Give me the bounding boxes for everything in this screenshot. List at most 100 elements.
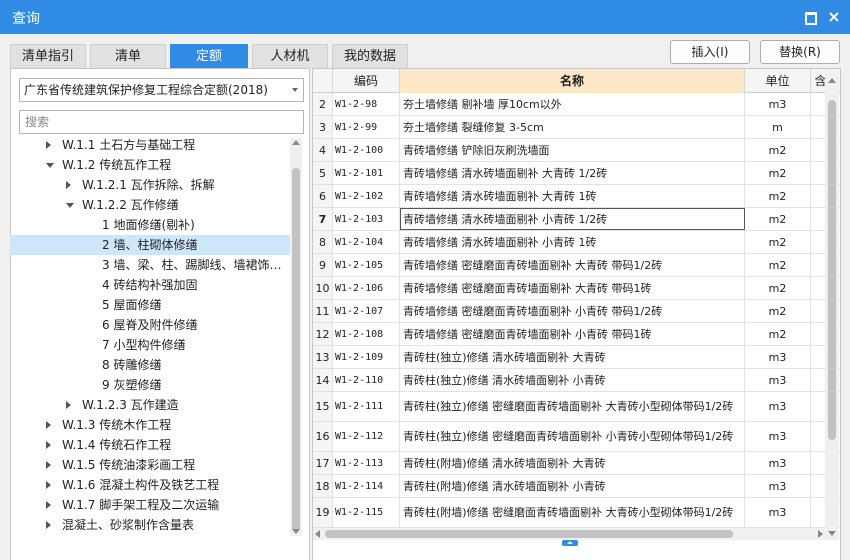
table-row[interactable]: 4 W1-2-100 青砖墙修缮 铲除旧灰刷洗墙面 m2	[313, 139, 840, 162]
tree-item[interactable]: W.1.4 传统石作工程	[10, 435, 292, 455]
unit-cell: m2	[745, 323, 811, 345]
panel-splitter-handle[interactable]	[562, 540, 578, 546]
name-cell: 青砖柱(附墙)修缮 清水砖墙面剔补 小青砖	[400, 475, 745, 497]
code-cell: W1-2-109	[333, 346, 400, 368]
code-cell: W1-2-114	[333, 475, 400, 497]
table-row[interactable]: 13 W1-2-109 青砖柱(独立)修缮 清水砖墙面剔补 大青砖 m3	[313, 346, 840, 369]
tree-item[interactable]: W.1.2.3 瓦作建造	[10, 395, 292, 415]
quota-library-select[interactable]: 广东省传统建筑保护修复工程综合定额(2018)	[19, 78, 304, 102]
table-row[interactable]: 12 W1-2-108 青砖墙修缮 密缝磨面青砖墙面剔补 小青砖 带码1砖 m2	[313, 323, 840, 346]
tree-item-label: 3 墙、梁、柱、踢脚线、墙裙饰…	[102, 258, 282, 272]
scroll-thumb[interactable]	[292, 168, 300, 532]
tree-item[interactable]: 8 砖雕修缮	[10, 355, 292, 375]
close-icon[interactable]: ×	[826, 9, 842, 25]
tree-item[interactable]: W.1.7 脚手架工程及二次运输	[10, 495, 292, 515]
table-row[interactable]: 11 W1-2-107 青砖墙修缮 密缝磨面青砖墙面剔补 小青砖 带码1/2砖 m2	[313, 300, 840, 323]
collapse-icon[interactable]	[66, 203, 74, 208]
name-cell: 青砖墙修缮 清水砖墙面剔补 大青砖 1砖	[400, 185, 745, 207]
tree-item[interactable]: 混凝土、砂浆制作含量表	[10, 515, 292, 535]
expand-icon[interactable]	[46, 501, 51, 509]
table-row[interactable]: 5 W1-2-101 青砖墙修缮 清水砖墙面剔补 大青砖 1/2砖 m2	[313, 162, 840, 185]
replace-button[interactable]: 替换(R)	[760, 40, 840, 64]
tree-item[interactable]: 3 墙、梁、柱、踢脚线、墙裙饰…	[10, 255, 292, 275]
collapse-icon[interactable]	[46, 163, 54, 168]
tab-list[interactable]: 清单	[90, 44, 166, 68]
code-cell: W1-2-115	[333, 498, 400, 527]
tree-item[interactable]: 9 灰塑修缮	[10, 375, 292, 395]
tab-my-data[interactable]: 我的数据	[332, 44, 408, 68]
code-cell: W1-2-103	[333, 208, 400, 230]
tree-item[interactable]: 1 地面修缮(剔补)	[10, 215, 292, 235]
expand-icon[interactable]	[66, 181, 71, 189]
tree-item[interactable]: 4 砖结构补强加固	[10, 275, 292, 295]
maximize-icon[interactable]	[802, 9, 818, 25]
scroll-up-icon[interactable]	[292, 140, 300, 145]
table-row[interactable]: 18 W1-2-114 青砖柱(附墙)修缮 清水砖墙面剔补 小青砖 m3	[313, 475, 840, 498]
tree-item[interactable]: W.1.2.2 瓦作修缮	[10, 195, 292, 215]
search-input[interactable]	[19, 110, 304, 134]
row-number-cell: 16	[313, 422, 333, 451]
expand-icon[interactable]	[46, 441, 51, 449]
column-header-name[interactable]: 名称	[400, 69, 745, 93]
unit-cell: m2	[745, 208, 811, 230]
grid-vertical-scrollbar[interactable]	[825, 70, 839, 540]
name-cell: 青砖墙修缮 密缝磨面青砖墙面剔补 小青砖 带码1砖	[400, 323, 745, 345]
tree-item[interactable]: 6 屋脊及附件修缮	[10, 315, 292, 335]
tab-list-guide[interactable]: 清单指引	[10, 44, 86, 68]
tree-item[interactable]: W.1.3 传统木作工程	[10, 415, 292, 435]
table-row[interactable]: 14 W1-2-110 青砖柱(独立)修缮 清水砖墙面剔补 小青砖 m3	[313, 369, 840, 392]
unit-cell: m3	[745, 475, 811, 497]
tree-item[interactable]: W.1.1 土石方与基础工程	[10, 135, 292, 155]
row-number-cell: 12	[313, 323, 333, 345]
expand-icon[interactable]	[46, 481, 51, 489]
tab-quota[interactable]: 定额	[170, 44, 248, 68]
expand-icon[interactable]	[46, 141, 51, 149]
unit-cell: m3	[745, 369, 811, 391]
table-row[interactable]: 2 W1-2-98 夯土墙修缮 剔补墙 厚10cm以外 m3	[313, 93, 840, 116]
table-row[interactable]: 17 W1-2-113 青砖柱(附墙)修缮 清水砖墙面剔补 大青砖 m3	[313, 452, 840, 475]
tree-item[interactable]: W.1.5 传统油漆彩画工程	[10, 455, 292, 475]
scroll-left-icon[interactable]	[315, 530, 320, 538]
table-row[interactable]: 6 W1-2-102 青砖墙修缮 清水砖墙面剔补 大青砖 1砖 m2	[313, 185, 840, 208]
row-number-cell: 14	[313, 369, 333, 391]
column-header-unit[interactable]: 单位	[745, 69, 811, 93]
scroll-thumb[interactable]	[828, 100, 836, 440]
tree-item[interactable]: W.1.2 传统瓦作工程	[10, 155, 292, 175]
scroll-down-icon[interactable]	[292, 529, 300, 534]
tree-item[interactable]: 5 屋面修缮	[10, 295, 292, 315]
tree-item[interactable]: W.1.6 混凝土构件及铁艺工程	[10, 475, 292, 495]
name-cell: 青砖柱(独立)修缮 清水砖墙面剔补 小青砖	[400, 369, 745, 391]
table-row[interactable]: 16 W1-2-112 青砖柱(独立)修缮 密缝磨面青砖墙面剔补 小青砖小型砌体带码…	[313, 422, 840, 452]
scroll-down-icon[interactable]	[828, 531, 836, 536]
expand-icon[interactable]	[46, 521, 51, 529]
table-row[interactable]: 3 W1-2-99 夯土墙修缮 裂缝修复 3-5cm m	[313, 116, 840, 139]
scroll-thumb[interactable]	[325, 530, 733, 538]
tree-item-label: 7 小型构件修缮	[102, 338, 186, 352]
tree-item[interactable]: 2 墙、柱砌体修缮	[10, 235, 292, 255]
code-cell: W1-2-107	[333, 300, 400, 322]
table-row[interactable]: 9 W1-2-105 青砖墙修缮 密缝磨面青砖墙面剔补 大青砖 带码1/2砖 m2	[313, 254, 840, 277]
insert-button[interactable]: 插入(I)	[670, 40, 750, 64]
tree-item-label: W.1.2.2 瓦作修缮	[82, 198, 179, 212]
expand-icon[interactable]	[66, 401, 71, 409]
scroll-right-icon[interactable]	[818, 530, 823, 538]
column-header-code[interactable]: 编码	[333, 69, 400, 93]
unit-cell: m2	[745, 139, 811, 161]
table-row[interactable]: 8 W1-2-104 青砖墙修缮 清水砖墙面剔补 小青砖 1砖 m2	[313, 231, 840, 254]
grid-horizontal-scrollbar[interactable]	[313, 528, 825, 540]
name-cell: 青砖墙修缮 清水砖墙面剔补 小青砖 1砖	[400, 231, 745, 253]
tree-item[interactable]: 7 小型构件修缮	[10, 335, 292, 355]
tree-vertical-scrollbar[interactable]	[290, 138, 302, 536]
table-row[interactable]: 10 W1-2-106 青砖墙修缮 密缝磨面青砖墙面剔补 大青砖 带码1砖 m2	[313, 277, 840, 300]
table-row[interactable]: 15 W1-2-111 青砖柱(独立)修缮 密缝磨面青砖墙面剔补 大青砖小型砌体带码…	[313, 392, 840, 422]
tree-item[interactable]: W.1.2.1 瓦作拆除、拆解	[10, 175, 292, 195]
code-cell: W1-2-104	[333, 231, 400, 253]
expand-icon[interactable]	[46, 421, 51, 429]
name-cell: 青砖墙修缮 清水砖墙面剔补 小青砖 1/2砖	[400, 208, 745, 230]
table-row[interactable]: 7 W1-2-103 青砖墙修缮 清水砖墙面剔补 小青砖 1/2砖 m2	[313, 208, 840, 231]
expand-icon[interactable]	[46, 461, 51, 469]
scroll-up-icon[interactable]	[828, 78, 836, 83]
name-cell: 青砖柱(独立)修缮 清水砖墙面剔补 大青砖	[400, 346, 745, 368]
tab-labor-material[interactable]: 人材机	[252, 44, 328, 68]
table-row[interactable]: 19 W1-2-115 青砖柱(附墙)修缮 密缝磨面青砖墙面剔补 大青砖小型砌体带码…	[313, 498, 840, 528]
